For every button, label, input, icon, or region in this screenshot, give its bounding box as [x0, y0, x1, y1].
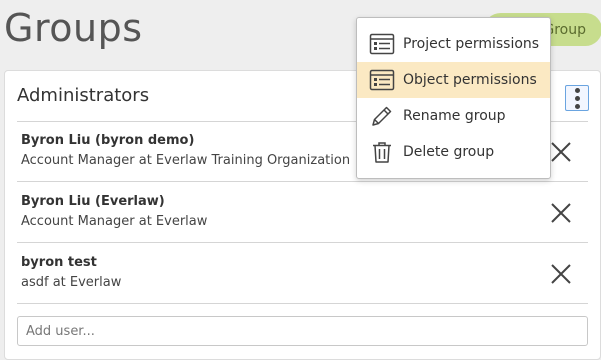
close-icon [551, 264, 571, 284]
divider [17, 303, 588, 304]
trash-icon [373, 142, 391, 163]
menu-item-object-permissions[interactable]: Object permissions [357, 62, 550, 98]
member-title: asdf at Everlaw [21, 275, 122, 290]
group-name: Administrators [17, 85, 150, 106]
add-user-input[interactable] [17, 316, 588, 346]
close-icon [551, 203, 571, 223]
member-row: Byron Liu (Everlaw) Account Manager at E… [17, 182, 588, 242]
member-row: byron test asdf at Everlaw [17, 243, 588, 303]
remove-member-button[interactable] [550, 263, 572, 285]
remove-member-button[interactable] [550, 202, 572, 224]
menu-item-label: Delete group [403, 144, 495, 160]
page-title: Groups [4, 6, 143, 50]
menu-item-label: Object permissions [403, 72, 537, 88]
remove-member-button[interactable] [550, 141, 572, 163]
member-title: Account Manager at Everlaw Training Orga… [21, 153, 351, 168]
member-name: Byron Liu (Everlaw) [21, 194, 165, 209]
menu-item-label: Rename group [403, 108, 506, 124]
pencil-icon [372, 106, 392, 126]
menu-item-delete-group[interactable]: Delete group [357, 134, 550, 170]
member-name: Byron Liu (byron demo) [21, 133, 195, 148]
permissions-list-icon [369, 33, 395, 55]
member-title: Account Manager at Everlaw [21, 214, 208, 229]
menu-item-label: Project permissions [403, 36, 540, 52]
close-icon [551, 142, 571, 162]
group-options-button[interactable] [565, 85, 589, 111]
member-name: byron test [21, 255, 97, 270]
menu-item-project-permissions[interactable]: Project permissions [357, 26, 550, 62]
group-options-menu: Project permissions Object permissions R… [356, 17, 551, 179]
permissions-list-icon [369, 69, 395, 91]
kebab-menu-icon [574, 87, 580, 93]
menu-item-rename-group[interactable]: Rename group [357, 98, 550, 134]
